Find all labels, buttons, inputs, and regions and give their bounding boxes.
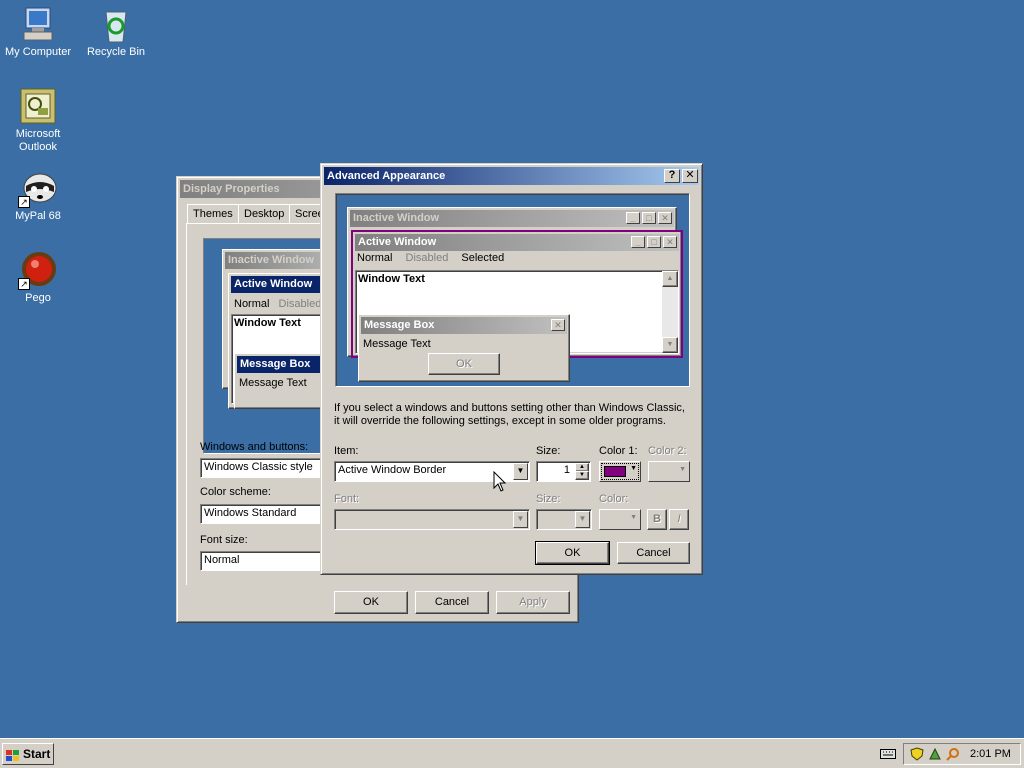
- minimize-icon: _: [626, 212, 640, 224]
- appearance-preview[interactable]: Inactive Window _ □ ✕ Active Window _ □ …: [335, 193, 690, 387]
- font-color-picker[interactable]: ▼: [599, 509, 641, 530]
- size-spinner[interactable]: 1 ▲ ▼: [536, 461, 591, 482]
- preview-active-title[interactable]: Active Window _ □ ✕: [355, 234, 679, 251]
- info-text: If you select a windows and buttons sett…: [334, 402, 685, 427]
- search-icon[interactable]: [946, 747, 960, 768]
- window-title: Display Properties: [183, 183, 280, 195]
- desktop-icon-pego[interactable]: ↗ Pego: [0, 250, 76, 305]
- preview-menu-disabled: Disabled: [278, 298, 322, 310]
- color1-swatch: [604, 466, 626, 477]
- desktop-icon-label: Microsoft Outlook: [15, 128, 61, 153]
- font-select[interactable]: ▼: [334, 509, 530, 530]
- font-size-select[interactable]: ▼: [536, 509, 592, 530]
- cancel-button[interactable]: Cancel: [617, 542, 690, 564]
- preview-msgbox-ok[interactable]: OK: [428, 353, 500, 375]
- font-label: Font:: [334, 493, 360, 505]
- taskbar: Start 2:01 PM: [0, 738, 1024, 768]
- color2-label: Color 2:: [648, 445, 687, 457]
- maximize-icon: □: [642, 212, 656, 224]
- dialog-title: Advanced Appearance: [327, 170, 446, 182]
- preview-menu-disabled[interactable]: Disabled: [406, 252, 449, 264]
- desktop-icon-my-computer[interactable]: My Computer: [0, 4, 76, 59]
- desktop-icon-recycle-bin[interactable]: Recycle Bin: [78, 4, 154, 59]
- preview-msgbox-title[interactable]: Message Box ✕: [361, 317, 567, 334]
- font-size-select[interactable]: Normal: [200, 551, 325, 571]
- ok-button[interactable]: OK: [334, 591, 408, 614]
- preview-menu-bar: Normal Disabled: [234, 298, 321, 310]
- font-size-label: Font size:: [200, 534, 248, 546]
- keyboard-icon[interactable]: [880, 748, 896, 763]
- system-tray: 2:01 PM: [903, 743, 1021, 765]
- scroll-up-icon: ▲: [662, 271, 678, 287]
- font-color-label: Color:: [599, 493, 629, 505]
- preview-msgbox-text: Message Text: [239, 377, 307, 389]
- ok-button[interactable]: OK: [535, 541, 610, 565]
- clock[interactable]: 2:01 PM: [970, 744, 1011, 764]
- apply-button[interactable]: Apply: [496, 591, 570, 614]
- shortcut-arrow-icon: ↗: [18, 278, 30, 290]
- size-label: Size:: [536, 445, 561, 457]
- close-icon: ✕: [663, 236, 677, 248]
- preview-inactive-title[interactable]: Inactive Window _ □ ✕: [350, 210, 674, 227]
- shortcut-arrow-icon: ↗: [18, 196, 30, 208]
- close-button[interactable]: ✕: [682, 169, 698, 183]
- outlook-icon: [18, 86, 58, 126]
- advanced-appearance-titlebar[interactable]: Advanced Appearance ? ✕: [324, 167, 699, 185]
- color2-picker[interactable]: ▼: [648, 461, 690, 482]
- desktop-icon-label: MyPal 68: [15, 210, 61, 222]
- network-icon[interactable]: [928, 747, 942, 768]
- shield-icon[interactable]: [910, 747, 924, 768]
- spin-down-icon[interactable]: ▼: [575, 471, 589, 480]
- desktop-icon-mypal[interactable]: ↗ MyPal 68: [0, 168, 76, 223]
- maximize-icon: □: [647, 236, 661, 248]
- scroll-down-icon: ▼: [662, 337, 678, 353]
- preview-scrollbar[interactable]: ▲ ▼: [662, 271, 678, 353]
- chevron-down-icon[interactable]: ▼: [513, 463, 528, 480]
- computer-icon: [18, 4, 58, 44]
- close-icon: ✕: [658, 212, 672, 224]
- chevron-down-icon[interactable]: ▼: [513, 511, 528, 528]
- desktop-icon-label: Pego: [25, 292, 51, 304]
- preview-menu-normal: Normal: [234, 298, 270, 310]
- recycle-bin-icon: [96, 4, 136, 44]
- raccoon-icon: ↗: [18, 168, 58, 208]
- preview-msgbox-text: Message Text: [363, 338, 431, 350]
- mouse-pointer-icon: [493, 470, 507, 496]
- close-icon: ✕: [551, 319, 565, 331]
- preview-message-box[interactable]: Message Box ✕ Message Text OK: [358, 314, 570, 382]
- color-scheme-label: Color scheme:: [200, 486, 271, 498]
- tab-desktop[interactable]: Desktop: [238, 204, 291, 224]
- start-button[interactable]: Start: [2, 743, 54, 765]
- chevron-down-icon: ▼: [679, 466, 686, 473]
- chevron-down-icon: ▼: [630, 514, 637, 521]
- windows-logo-icon: [6, 748, 20, 761]
- item-label: Item:: [334, 445, 359, 457]
- preview-menu-normal[interactable]: Normal: [357, 252, 392, 264]
- cancel-button[interactable]: Cancel: [415, 591, 489, 614]
- red-button-icon: ↗: [18, 250, 58, 290]
- tab-themes[interactable]: Themes: [187, 204, 239, 224]
- desktop-icon-label: My Computer: [4, 46, 72, 58]
- advanced-appearance-dialog: Advanced Appearance ? ✕ Inactive Window …: [320, 163, 703, 575]
- color1-picker[interactable]: ▼: [599, 461, 641, 482]
- preview-menu-selected[interactable]: Selected: [461, 252, 504, 264]
- close-icon: ✕: [685, 169, 695, 181]
- preview-menu-bar[interactable]: Normal Disabled Selected: [357, 252, 504, 264]
- help-button[interactable]: ?: [664, 169, 680, 183]
- desktop-icon-label: Recycle Bin: [86, 46, 146, 58]
- color1-label: Color 1:: [599, 445, 638, 457]
- windows-buttons-label: Windows and buttons:: [200, 441, 309, 453]
- italic-button[interactable]: I: [669, 509, 689, 530]
- chevron-down-icon[interactable]: ▼: [575, 511, 590, 528]
- chevron-down-icon: ▼: [630, 465, 637, 472]
- font-size-label: Size:: [536, 493, 561, 505]
- desktop-icon-outlook[interactable]: Microsoft Outlook: [0, 86, 76, 154]
- windows-buttons-select[interactable]: Windows Classic style: [200, 458, 325, 478]
- minimize-icon: _: [631, 236, 645, 248]
- color-scheme-select[interactable]: Windows Standard: [200, 504, 325, 524]
- bold-button[interactable]: B: [647, 509, 667, 530]
